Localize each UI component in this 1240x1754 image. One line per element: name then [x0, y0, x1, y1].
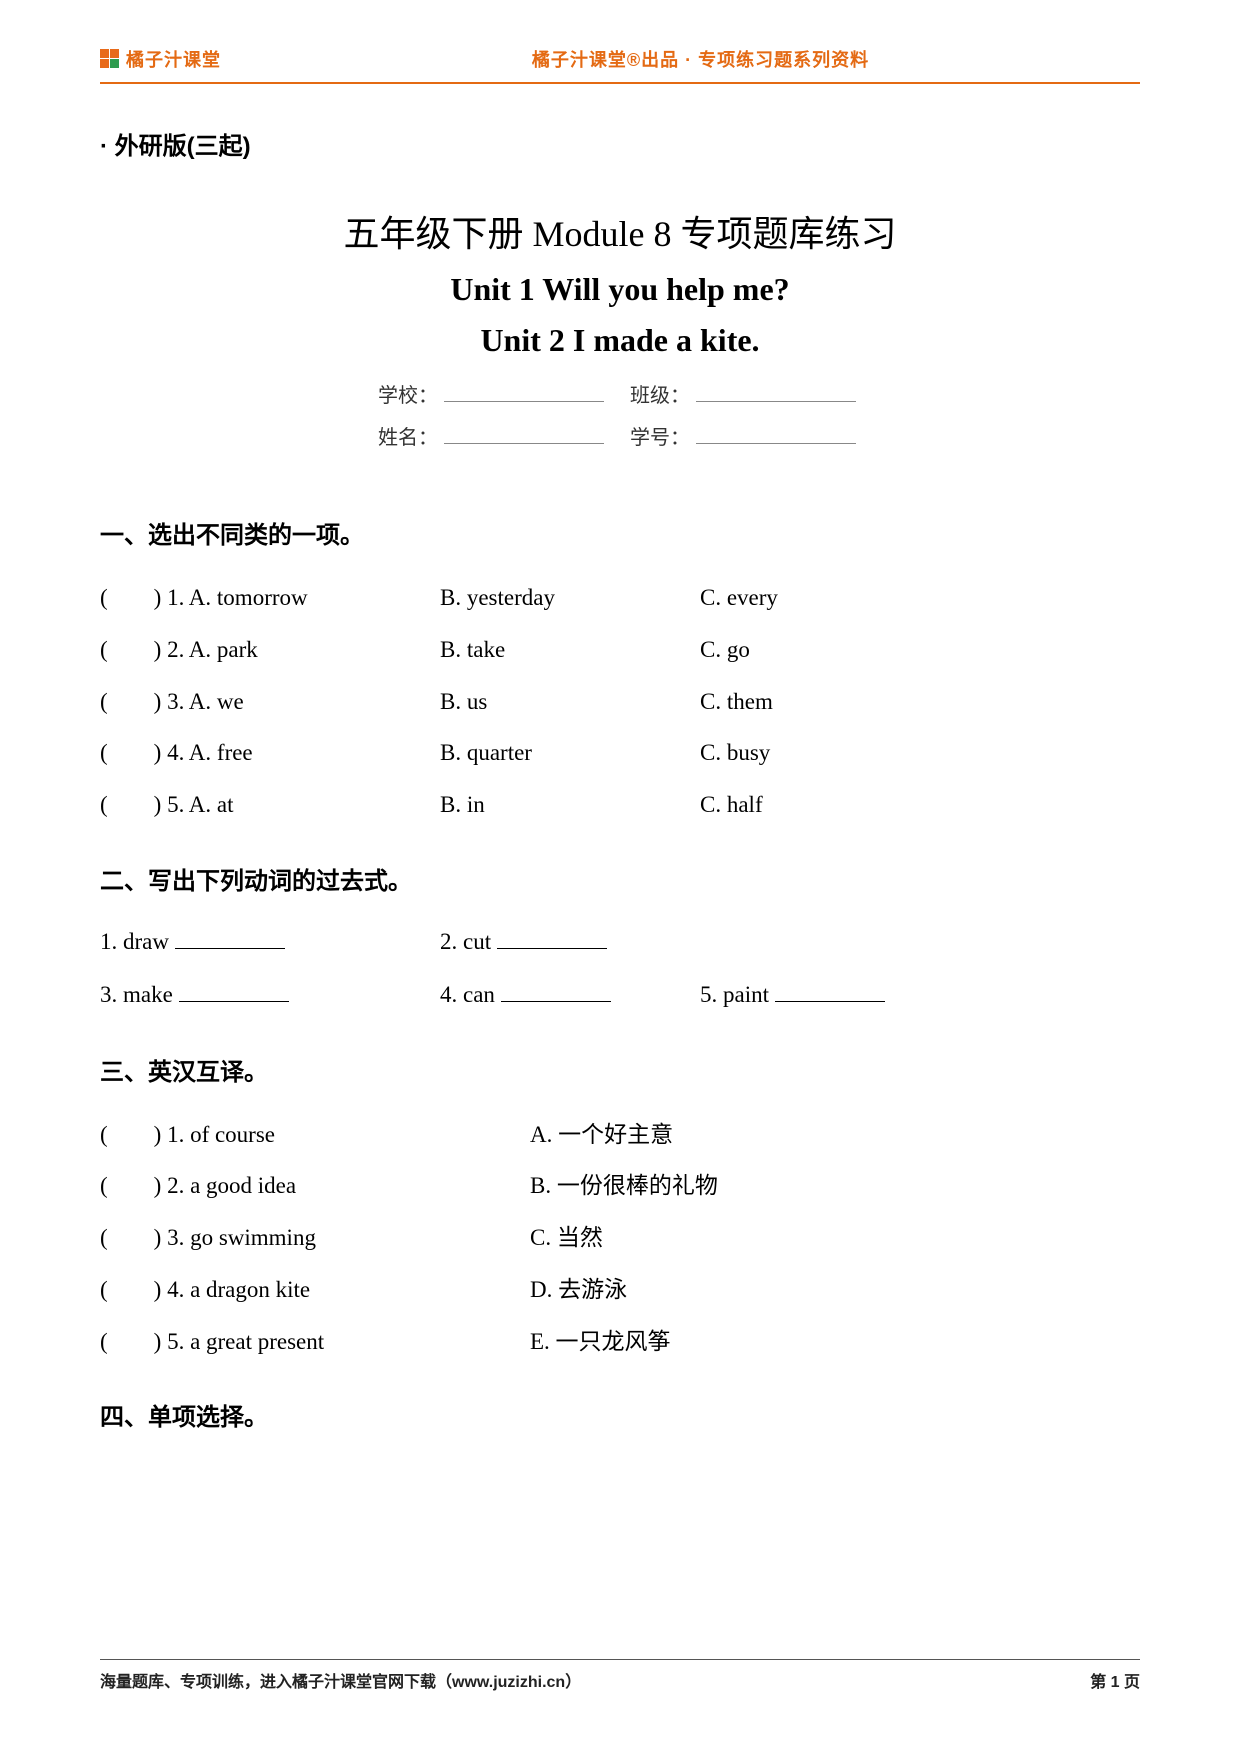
- q4-row: ( ) 4. A. free B. quarter C. busy: [100, 727, 1140, 779]
- q1-row: ( ) 1. A. tomorrow B. yesterday C. every: [100, 572, 1140, 624]
- id-blank[interactable]: [696, 425, 856, 444]
- section-1-title: 一、选出不同类的一项。: [100, 515, 1140, 550]
- s3-left-3: ( ) 3. go swimming: [100, 1212, 530, 1264]
- header-divider: [100, 82, 1140, 84]
- s2-item-5: 5. paint: [700, 969, 1140, 1022]
- footer-left: 海量题库、专项训练，进入橘子汁课堂官网下载（www.juzizhi.cn）: [100, 1668, 581, 1692]
- name-label: 姓名：: [378, 427, 438, 449]
- s2-item-2: 2. cut: [440, 916, 700, 969]
- s2-blank-3[interactable]: [179, 981, 289, 1002]
- q2-a: ( ) 2. A. park: [100, 624, 440, 676]
- s2-blank-1[interactable]: [175, 928, 285, 949]
- q2-row: ( ) 2. A. park B. take C. go: [100, 624, 1140, 676]
- footer-page-number: 第 1 页: [1090, 1668, 1140, 1692]
- s2-blank-2[interactable]: [497, 928, 607, 949]
- section-1-questions: ( ) 1. A. tomorrow B. yesterday C. every…: [100, 572, 1140, 831]
- q5-row: ( ) 5. A. at B. in C. half: [100, 779, 1140, 831]
- page-header: 橘子汁课堂 橘子汁课堂®出品 · 专项练习题系列资料: [100, 42, 1140, 76]
- s2-item-1-label: 1. draw: [100, 929, 175, 954]
- s3-left-2: ( ) 2. a good idea: [100, 1160, 530, 1212]
- q1-a: ( ) 1. A. tomorrow: [100, 572, 440, 624]
- s3-row-4: ( ) 4. a dragon kite D. 去游泳: [100, 1264, 1140, 1316]
- class-blank[interactable]: [696, 383, 856, 402]
- s2-item-4-label: 4. can: [440, 982, 501, 1007]
- header-subtitle: 橘子汁课堂®出品 · 专项练习题系列资料: [221, 46, 1140, 72]
- section-2-title: 二、写出下列动词的过去式。: [100, 861, 1140, 896]
- s3-row-5: ( ) 5. a great present E. 一只龙风筝: [100, 1316, 1140, 1368]
- q4-a: ( ) 4. A. free: [100, 727, 440, 779]
- s2-blank-5[interactable]: [775, 981, 885, 1002]
- brand-text: 橘子汁课堂: [126, 46, 221, 72]
- q3-c: C. them: [700, 676, 1140, 728]
- section-3-title: 三、英汉互译。: [100, 1052, 1140, 1087]
- q3-b: B. us: [440, 676, 700, 728]
- s3-right-5: E. 一只龙风筝: [530, 1316, 1140, 1368]
- title-block: 五年级下册 Module 8 专项题库练习 Unit 1 Will you he…: [100, 205, 1140, 457]
- s2-item-3: 3. make: [100, 969, 440, 1022]
- s2-blank-4[interactable]: [501, 981, 611, 1002]
- s2-item-1: 1. draw: [100, 916, 440, 969]
- q4-c: C. busy: [700, 727, 1140, 779]
- s3-row-2: ( ) 2. a good idea B. 一份很棒的礼物: [100, 1160, 1140, 1212]
- id-label: 学号：: [630, 427, 690, 449]
- page-footer: 海量题库、专项训练，进入橘子汁课堂官网下载（www.juzizhi.cn） 第 …: [100, 1651, 1140, 1692]
- name-blank[interactable]: [444, 425, 604, 444]
- s2-item-5-label: 5. paint: [700, 982, 775, 1007]
- s3-row-1: ( ) 1. of course A. 一个好主意: [100, 1109, 1140, 1161]
- q3-a: ( ) 3. A. we: [100, 676, 440, 728]
- s3-left-4: ( ) 4. a dragon kite: [100, 1264, 530, 1316]
- s2-item-2-label: 2. cut: [440, 929, 497, 954]
- q5-c: C. half: [700, 779, 1140, 831]
- q1-c: C. every: [700, 572, 1140, 624]
- school-blank[interactable]: [444, 383, 604, 402]
- s3-left-5: ( ) 5. a great present: [100, 1316, 530, 1368]
- title-line-2: Unit 1 Will you help me?: [100, 271, 1140, 308]
- page: 橘子汁课堂 橘子汁课堂®出品 · 专项练习题系列资料 · 外研版(三起) 五年级…: [0, 0, 1240, 1754]
- section-2-questions: 1. draw 2. cut 3. make 4. can 5. paint: [100, 916, 1140, 1022]
- student-info: 学校： 班级： 姓名： 学号：: [100, 377, 1140, 457]
- q2-b: B. take: [440, 624, 700, 676]
- s3-right-3: C. 当然: [530, 1212, 1140, 1264]
- s3-row-3: ( ) 3. go swimming C. 当然: [100, 1212, 1140, 1264]
- q4-b: B. quarter: [440, 727, 700, 779]
- logo-icon: [100, 49, 120, 69]
- s2-item-4: 4. can: [440, 969, 700, 1022]
- s3-right-4: D. 去游泳: [530, 1264, 1140, 1316]
- brand-logo: 橘子汁课堂: [100, 46, 221, 72]
- edition-label: · 外研版(三起): [100, 126, 1140, 161]
- title-line-1: 五年级下册 Module 8 专项题库练习: [100, 205, 1140, 257]
- q3-row: ( ) 3. A. we B. us C. them: [100, 676, 1140, 728]
- s2-item-3-label: 3. make: [100, 982, 179, 1007]
- q5-a: ( ) 5. A. at: [100, 779, 440, 831]
- section-4-title: 四、单项选择。: [100, 1397, 1140, 1432]
- s3-right-2: B. 一份很棒的礼物: [530, 1160, 1140, 1212]
- title-line-3: Unit 2 I made a kite.: [100, 322, 1140, 359]
- section-3-questions: ( ) 1. of course A. 一个好主意 ( ) 2. a good …: [100, 1109, 1140, 1368]
- q2-c: C. go: [700, 624, 1140, 676]
- class-label: 班级：: [630, 385, 690, 407]
- q1-b: B. yesterday: [440, 572, 700, 624]
- s3-left-1: ( ) 1. of course: [100, 1109, 530, 1161]
- s3-right-1: A. 一个好主意: [530, 1109, 1140, 1161]
- q5-b: B. in: [440, 779, 700, 831]
- school-label: 学校：: [378, 385, 438, 407]
- footer-divider: [100, 1659, 1140, 1660]
